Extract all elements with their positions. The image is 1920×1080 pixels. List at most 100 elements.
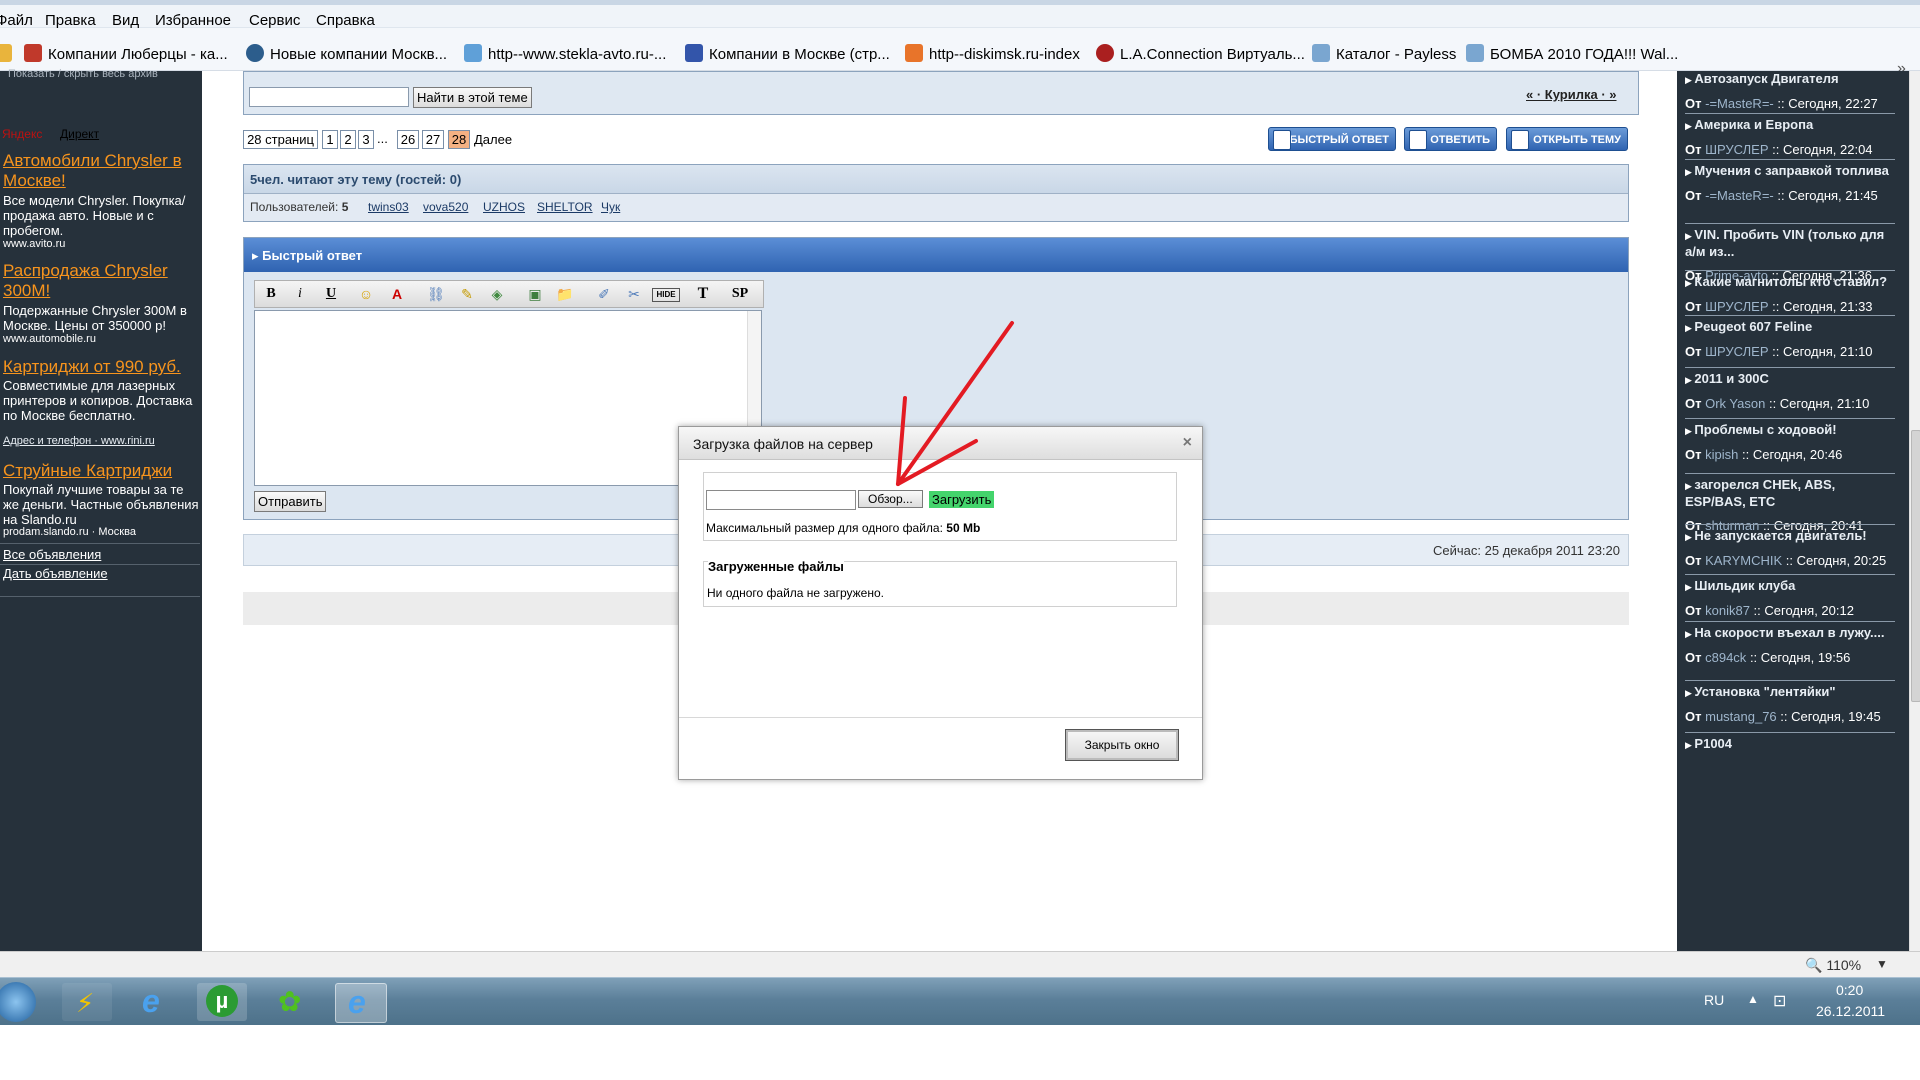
triangle-bullet-icon: ▶	[1685, 167, 1695, 177]
active-browser-window-icon[interactable]: e	[335, 983, 387, 1023]
recent-topic-item[interactable]: ▶ Не запускается двигатель! От KARYMCHIK …	[1685, 528, 1895, 569]
author-link[interactable]: konik87	[1705, 603, 1750, 618]
from-label: От	[1685, 299, 1702, 314]
from-label: От	[1685, 344, 1702, 359]
recent-topic-item[interactable]: ▶ Мучения с заправкой топлива От -=MasteR…	[1685, 163, 1895, 204]
author-link[interactable]: -=MasteR=-	[1705, 96, 1774, 111]
recent-topic-title[interactable]: Шильдик клуба	[1694, 578, 1795, 593]
triangle-bullet-icon: ▶	[1685, 323, 1695, 333]
recent-topic-item[interactable]: ▶ загорелся CHEk, ABS, ESP/BAS, ETC От sh…	[1685, 477, 1895, 534]
recent-topic-meta: От KARYMCHIK :: Сегодня, 20:25	[1685, 553, 1895, 569]
topic-separator	[1685, 223, 1895, 224]
triangle-bullet-icon: ▶	[1685, 629, 1695, 639]
topic-separator	[1685, 159, 1895, 160]
recent-topic-title[interactable]: P1004	[1694, 736, 1732, 751]
network-icon[interactable]: ⊡	[1773, 991, 1786, 1011]
author-link[interactable]: ШРУСЛЕР	[1705, 299, 1768, 314]
recent-topic-title[interactable]: Автозапуск Двигателя	[1694, 71, 1838, 86]
recent-topic-item[interactable]: ▶ 2011 и 300С От Ork Yason :: Сегодня, 21…	[1685, 371, 1895, 412]
author-link[interactable]: -=MasteR=-	[1705, 188, 1774, 203]
utorrent-icon[interactable]: µ	[197, 983, 247, 1021]
triangle-bullet-icon: ▶	[1685, 426, 1695, 436]
post-time: :: Сегодня, 22:04	[1772, 142, 1873, 157]
from-label: От	[1685, 188, 1702, 203]
recent-topic-item[interactable]: ▶ Автозапуск ДвигателяОт -=MasteR=- :: С…	[1685, 71, 1895, 112]
red-arrow-annotation	[896, 321, 1014, 486]
zoom-dropdown-chevron-icon[interactable]: ▼	[1876, 957, 1888, 971]
author-link[interactable]: c894ck	[1705, 650, 1746, 665]
author-link[interactable]: mustang_76	[1705, 709, 1777, 724]
topic-separator	[1685, 270, 1895, 271]
recent-topic-meta: От c894ck :: Сегодня, 19:56	[1685, 650, 1895, 666]
triangle-bullet-icon: ▶	[1685, 582, 1695, 592]
from-label: От	[1685, 396, 1702, 411]
internet-explorer-icon[interactable]: e	[130, 983, 180, 1021]
post-time: :: Сегодня, 19:45	[1780, 709, 1881, 724]
start-button-icon[interactable]	[0, 982, 36, 1022]
from-label: От	[1685, 553, 1702, 568]
recent-topic-meta: От kipish :: Сегодня, 20:46	[1685, 447, 1895, 463]
winamp-icon[interactable]: ⚡	[62, 983, 112, 1021]
recent-topic-item[interactable]: ▶ Установка "лентяйки" От mustang_76 :: С…	[1685, 684, 1895, 725]
language-indicator[interactable]: RU	[1704, 992, 1724, 1008]
recent-topic-title[interactable]: 2011 и 300С	[1694, 371, 1769, 386]
recent-topic-title[interactable]: VIN. Пробить VIN (только для а/м из...	[1685, 227, 1884, 259]
from-label: От	[1685, 709, 1702, 724]
author-link[interactable]: KARYMCHIK	[1705, 553, 1782, 568]
triangle-bullet-icon: ▶	[1685, 740, 1695, 750]
recent-topic-title[interactable]: Peugeot 607 Feline	[1694, 319, 1812, 334]
author-link[interactable]: kipish	[1705, 447, 1738, 462]
from-label: От	[1685, 603, 1702, 618]
blank-area	[0, 1025, 1920, 1080]
recent-topic-meta: От -=MasteR=- :: Сегодня, 21:45	[1685, 188, 1895, 204]
recent-topic-item[interactable]: ▶ Шильдик клубаОт konik87 :: Сегодня, 20…	[1685, 578, 1895, 619]
triangle-bullet-icon: ▶	[1685, 532, 1695, 542]
recent-topic-meta: От ШРУСЛЕР :: Сегодня, 21:33	[1685, 299, 1895, 315]
recent-topics-sidebar: ▶ Автозапуск ДвигателяОт -=MasteR=- :: С…	[1677, 71, 1909, 951]
from-label: От	[1685, 447, 1702, 462]
post-time: :: Сегодня, 20:12	[1753, 603, 1854, 618]
post-time: :: Сегодня, 21:10	[1772, 344, 1873, 359]
post-time: :: Сегодня, 21:45	[1777, 188, 1878, 203]
author-link[interactable]: ШРУСЛЕР	[1705, 142, 1768, 157]
topic-separator	[1685, 524, 1895, 525]
recent-topic-meta: От -=MasteR=- :: Сегодня, 22:27	[1685, 96, 1895, 112]
recent-topic-item[interactable]: ▶ P1004	[1685, 736, 1895, 753]
recent-topic-item[interactable]: ▶ На скорости въехал в лужу.... От c894ck…	[1685, 625, 1895, 666]
from-label: От	[1685, 650, 1702, 665]
author-link[interactable]: ШРУСЛЕР	[1705, 344, 1768, 359]
recent-topic-item[interactable]: ▶ Peugeot 607 FelineОт ШРУСЛЕР :: Сегодн…	[1685, 319, 1895, 360]
recent-topic-meta: От mustang_76 :: Сегодня, 19:45	[1685, 709, 1895, 725]
post-time: :: Сегодня, 22:27	[1777, 96, 1878, 111]
windows-taskbar: ⚡ e µ ✿ e RU ▲ ⊡ 0:20 26.12.2011	[0, 977, 1920, 1026]
topic-separator	[1685, 574, 1895, 575]
topic-separator	[1685, 113, 1895, 114]
recent-topic-item[interactable]: ▶ Америка и Европа От ШРУСЛЕР :: Сегодня,…	[1685, 117, 1895, 158]
recent-topic-item[interactable]: ▶ Какие магнитолы кто ставил? От ШРУСЛЕР …	[1685, 274, 1895, 315]
triangle-bullet-icon: ▶	[1685, 231, 1695, 241]
post-time: :: Сегодня, 21:33	[1772, 299, 1873, 314]
zoom-icon: 🔍	[1805, 957, 1823, 973]
triangle-bullet-icon: ▶	[1685, 75, 1695, 85]
recent-topic-title[interactable]: Установка "лентяйки"	[1694, 684, 1835, 699]
recent-topic-title[interactable]: Мучения с заправкой топлива	[1694, 163, 1888, 178]
zoom-level[interactable]: 🔍 110%	[1805, 957, 1861, 974]
triangle-bullet-icon: ▶	[1685, 481, 1695, 491]
icq-icon[interactable]: ✿	[266, 983, 316, 1021]
topic-separator	[1685, 732, 1895, 733]
recent-topic-title[interactable]: Не запускается двигатель!	[1694, 528, 1866, 543]
triangle-bullet-icon: ▶	[1685, 375, 1695, 385]
triangle-bullet-icon: ▶	[1685, 121, 1695, 131]
recent-topic-title[interactable]: Америка и Европа	[1694, 117, 1813, 132]
scrollbar-thumb[interactable]	[1911, 430, 1920, 702]
recent-topic-title[interactable]: загорелся CHEk, ABS, ESP/BAS, ETC	[1685, 477, 1835, 509]
clock-date[interactable]: 26.12.2011	[1816, 1003, 1885, 1019]
recent-topic-title[interactable]: На скорости въехал в лужу....	[1694, 625, 1884, 640]
clock-time[interactable]: 0:20	[1836, 982, 1863, 998]
recent-topic-title[interactable]: Проблемы с ходовой!	[1694, 422, 1836, 437]
topic-separator	[1685, 473, 1895, 474]
tray-expand-chevron-icon[interactable]: ▲	[1747, 992, 1759, 1006]
author-link[interactable]: Ork Yason	[1705, 396, 1765, 411]
recent-topic-title[interactable]: Какие магнитолы кто ставил?	[1694, 274, 1887, 289]
recent-topic-item[interactable]: ▶ Проблемы с ходовой!От kipish :: Сегодн…	[1685, 422, 1895, 463]
